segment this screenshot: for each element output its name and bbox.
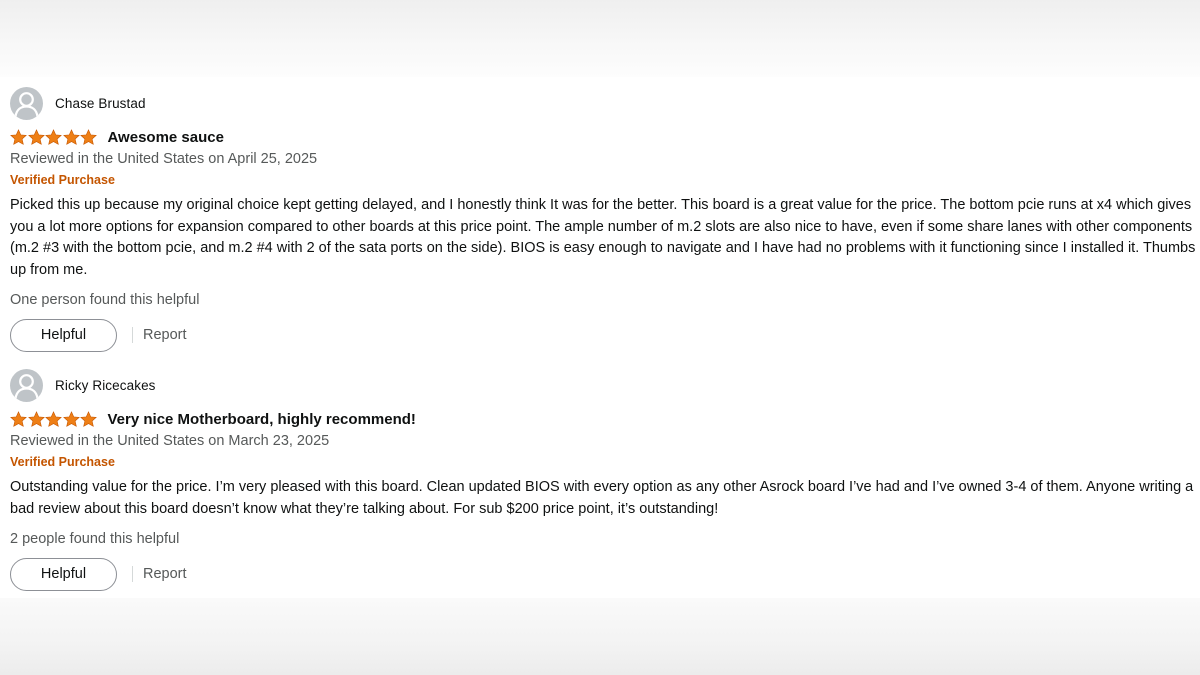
default-profile-icon [10, 368, 43, 402]
report-link[interactable]: Report [143, 566, 187, 582]
review-date: Reviewed in the United States on April 2… [10, 151, 318, 167]
action-divider [132, 327, 133, 343]
star-icon [62, 128, 80, 145]
top-faded-band [0, 0, 1200, 77]
star-rating[interactable] [10, 410, 98, 428]
star-icon [45, 128, 62, 145]
reviewer-profile[interactable]: Ricky Ricecakes [10, 368, 1196, 402]
verified-purchase-badge: Verified Purchase [10, 455, 115, 469]
review-title-row: Very nice Motherboard, highly recommend! [10, 407, 1196, 431]
review-card: Chase Brustad Awesome sauce Reviewed in … [10, 86, 1196, 352]
star-icon [27, 410, 45, 427]
review-actions: Helpful Report [10, 557, 1196, 591]
review-body: Outstanding value for the price. I’m ver… [10, 479, 1194, 517]
review-title-row: Awesome sauce [10, 125, 1196, 149]
star-icon [62, 410, 80, 427]
star-rating[interactable] [10, 128, 98, 146]
review-actions: Helpful Report [10, 318, 1196, 352]
helpful-count: 2 people found this helpful [10, 531, 180, 547]
verified-purchase-badge: Verified Purchase [10, 173, 115, 187]
star-icon [10, 410, 27, 427]
report-link[interactable]: Report [143, 327, 187, 343]
star-icon [80, 410, 97, 427]
review-date: Reviewed in the United States on March 2… [10, 433, 330, 449]
reviewer-profile[interactable]: Chase Brustad [10, 86, 1196, 120]
review-body: Picked this up because my original choic… [10, 197, 1196, 278]
star-icon [10, 128, 27, 145]
star-icon [80, 128, 97, 145]
review-title[interactable]: Very nice Motherboard, highly recommend! [108, 411, 416, 428]
action-divider [132, 566, 133, 582]
reviewer-name[interactable]: Ricky Ricecakes [55, 378, 156, 393]
star-icon [45, 410, 62, 427]
helpful-button[interactable]: Helpful [10, 557, 117, 591]
review-card: Ricky Ricecakes Very nice Motherboard, h… [10, 368, 1196, 591]
default-profile-icon [10, 86, 43, 120]
review-title[interactable]: Awesome sauce [108, 129, 224, 146]
helpful-count: One person found this helpful [10, 292, 200, 308]
review-list: Chase Brustad Awesome sauce Reviewed in … [10, 86, 1196, 591]
star-icon [27, 128, 45, 145]
reviewer-name[interactable]: Chase Brustad [55, 96, 146, 111]
helpful-button[interactable]: Helpful [10, 318, 117, 352]
bottom-faded-band [0, 598, 1200, 675]
